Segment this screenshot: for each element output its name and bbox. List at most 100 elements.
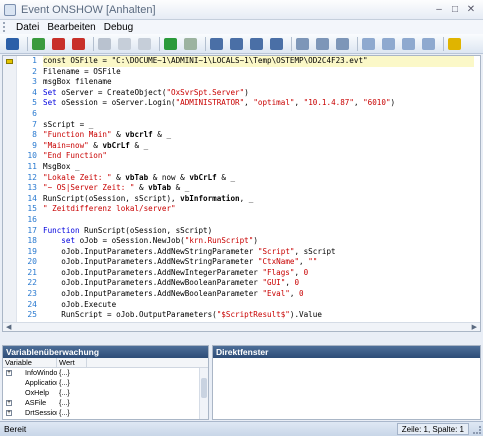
code-line[interactable]: sScript = _	[43, 120, 474, 131]
variable-name: InfoWindow	[25, 368, 57, 377]
panel-splitter[interactable]	[0, 332, 483, 345]
scroll-thumb[interactable]	[201, 378, 207, 398]
find-next-icon[interactable]	[228, 36, 245, 52]
goto-icon[interactable]	[268, 36, 285, 52]
code-token: "CtxName"	[257, 257, 300, 267]
code-token: const OSFile = "C:\DOCUME~1\ADMINI~1\LOC…	[43, 56, 368, 65]
variable-row[interactable]: + ASFile {...}	[3, 398, 208, 408]
toggle-breakpoint-icon[interactable]	[294, 36, 311, 52]
variable-value: {...}	[59, 368, 70, 377]
indent-icon[interactable]	[360, 36, 377, 52]
code-line[interactable]: const OSFile = "C:\DOCUME~1\ADMINI~1\LOC…	[43, 56, 474, 67]
expand-icon[interactable]: +	[3, 398, 15, 408]
variable-value: {...}	[59, 378, 70, 387]
menu-grip-icon	[3, 22, 8, 32]
code-line[interactable]: Set oServer = CreateObject("OxSvrSpt.Ser…	[43, 88, 474, 99]
code-line[interactable]: " Zeitdifferenz lokal/server"	[43, 204, 474, 215]
undo-icon[interactable]	[162, 36, 179, 52]
code-line[interactable]: set oJob = oSession.NewJob("krn.RunScrip…	[43, 236, 474, 247]
copy-icon[interactable]	[116, 36, 133, 52]
code-area[interactable]: const OSFile = "C:\DOCUME~1\ADMINI~1\LOC…	[43, 56, 474, 331]
breakpoint-margin[interactable]	[3, 56, 17, 331]
code-line[interactable]: oJob.InputParameters.AddNewStringParamet…	[43, 257, 474, 268]
bookmark-icon[interactable]	[446, 36, 463, 52]
code-line[interactable]: Set oSession = oServer.Login("ADMINISTRA…	[43, 98, 474, 109]
code-line[interactable]: "~ OS|Server Zeit: " & vbTab & _	[43, 183, 474, 194]
menu-bearbeiten[interactable]: Bearbeiten	[43, 22, 99, 33]
code-line[interactable]: Function RunScript(oSession, sScript)	[43, 226, 474, 237]
code-line[interactable]: oJob.InputParameters.AddNewStringParamet…	[43, 247, 474, 258]
code-line[interactable]: oJob.InputParameters.AddNewBooleanParame…	[43, 289, 474, 300]
code-token: &	[111, 172, 126, 182]
code-token: "Function Main"	[43, 130, 112, 140]
code-line[interactable]: RunScript = oJob.OutputParameters("$Scri…	[43, 310, 474, 321]
line-number: 1	[32, 56, 37, 65]
line-number: 9	[32, 140, 37, 150]
code-token: "Script"	[257, 246, 295, 256]
variable-row[interactable]: Application {...}	[3, 378, 208, 388]
line-number: 15	[27, 204, 37, 214]
code-line[interactable]: "Lokale Zeit: " & vbTab & now & vbCrLf &…	[43, 173, 474, 184]
scroll-left-icon[interactable]: ◀	[6, 323, 11, 331]
find-icon[interactable]	[208, 36, 225, 52]
scroll-right-icon[interactable]: ▶	[472, 323, 477, 331]
cut-icon[interactable]	[96, 36, 113, 52]
redo-icon[interactable]	[182, 36, 199, 52]
code-line[interactable]: oJob.InputParameters.AddNewBooleanParame…	[43, 278, 474, 289]
code-token: oSession = oServer.Login(	[56, 98, 176, 108]
next-breakpoint-icon[interactable]	[334, 36, 351, 52]
column-variable[interactable]: Variable	[3, 358, 57, 367]
minimize-icon[interactable]: –	[431, 2, 447, 17]
variable-row[interactable]: OxHelp {...}	[3, 388, 208, 398]
variable-row[interactable]: + DrtSession {...}	[3, 408, 208, 418]
save-icon[interactable]	[4, 36, 21, 52]
variable-row[interactable]: + InfoWindow{...}	[3, 368, 208, 378]
code-token: "$ScriptResult$"	[216, 310, 290, 320]
code-line[interactable]	[43, 109, 474, 120]
clear-breakpoint-icon[interactable]	[314, 36, 331, 52]
immediate-panel: Direktfenster	[212, 345, 481, 420]
close-icon[interactable]: ✕	[463, 2, 479, 17]
column-wert[interactable]: Wert	[57, 358, 87, 367]
expand-icon[interactable]: +	[3, 368, 15, 378]
code-line[interactable]: oJob.InputParameters.AddNewIntegerParame…	[43, 268, 474, 279]
immediate-input-area[interactable]	[213, 358, 480, 421]
run-icon[interactable]	[30, 36, 47, 52]
code-token: oJob.InputParameters.AddNewStringParamet…	[43, 257, 258, 267]
code-token: "Eval"	[262, 289, 290, 299]
code-line[interactable]: RunScript(oSession, sScript), vbInformat…	[43, 194, 474, 205]
replace-icon[interactable]	[248, 36, 265, 52]
code-line[interactable]: msgBox filename	[43, 77, 474, 88]
outdent-icon[interactable]	[380, 36, 397, 52]
code-line[interactable]: oJob.Execute	[43, 300, 474, 311]
code-editor[interactable]: 1 2 3 4 5 6 7 8 9 10 11 12 13 14 15 16 17 18 19 20 21 22 23 24 2…	[2, 55, 481, 332]
code-token: Set	[43, 87, 57, 97]
variables-scrollbar[interactable]	[199, 368, 208, 419]
code-line[interactable]: MsgBox _	[43, 162, 474, 173]
step-into-icon[interactable]	[50, 36, 67, 52]
menu-debug[interactable]: Debug	[100, 22, 137, 33]
horizontal-scrollbar[interactable]: ◀ ▶	[3, 322, 480, 331]
code-token: RunScript = oJob.OutputParameters(	[43, 310, 217, 320]
comment-icon[interactable]	[400, 36, 417, 52]
code-line[interactable]	[43, 215, 474, 226]
code-line[interactable]: "Function Main" & vbcrlf & _	[43, 130, 474, 141]
code-token: "OxSvrSpt.Server"	[166, 87, 245, 97]
resize-grip-icon[interactable]	[473, 426, 481, 434]
paste-icon[interactable]	[136, 36, 153, 52]
status-bar: Bereit Zeile: 1, Spalte: 1	[0, 421, 483, 436]
code-token: ,	[244, 98, 254, 108]
code-token: MsgBox _	[43, 161, 80, 171]
expand-icon[interactable]: +	[3, 408, 15, 418]
step-over-icon[interactable]	[70, 36, 87, 52]
code-token: "Main=now"	[43, 140, 89, 150]
maximize-icon[interactable]: □	[447, 2, 463, 17]
code-token: oJob.InputParameters.AddNewBooleanParame…	[43, 278, 263, 288]
code-line[interactable]: Filename = OSFile	[43, 67, 474, 78]
menu-datei[interactable]: Datei	[12, 22, 43, 33]
code-token: ,	[294, 98, 304, 108]
code-line[interactable]: "End Function"	[43, 151, 474, 162]
code-line[interactable]: "Main=now" & vbCrLf & _	[43, 141, 474, 152]
uncomment-icon[interactable]	[420, 36, 437, 52]
